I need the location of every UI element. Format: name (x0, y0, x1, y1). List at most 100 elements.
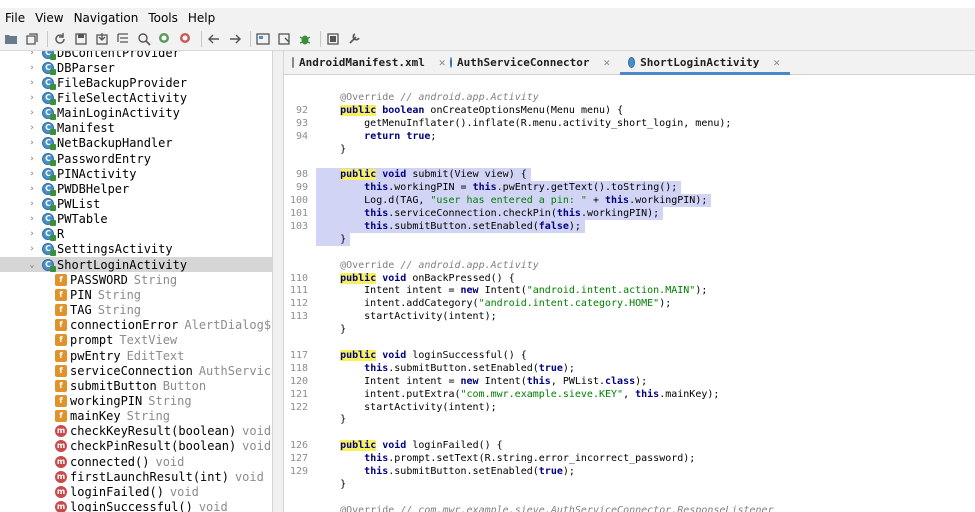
find-class-icon[interactable] (156, 30, 174, 48)
chevron-right-icon[interactable]: › (27, 169, 37, 179)
tab-androidmanifest[interactable]: AndroidManifest.xml ✕ (284, 51, 445, 74)
chevron-right-icon[interactable]: › (27, 51, 37, 58)
tree-field-item[interactable]: f prompt TextView (0, 333, 272, 348)
code-text: intent.putExtra("com.mwr.example.sieve.K… (316, 388, 720, 400)
tree-method-item[interactable]: m firstLaunchResult(int) void (0, 469, 272, 484)
tree-item-type: void (169, 484, 199, 499)
chevron-down-icon[interactable]: ⌄ (27, 260, 37, 270)
chevron-right-icon[interactable]: › (27, 244, 37, 254)
tree-field-item[interactable]: fconnectionError AlertDialog$Bu (0, 318, 272, 333)
save-icon[interactable] (72, 30, 90, 48)
back-icon[interactable] (205, 30, 223, 48)
close-icon[interactable]: ✕ (773, 56, 780, 69)
tree-method-item[interactable]: m checkPinResult(boolean) void (0, 439, 272, 454)
tree-field-item[interactable]: f PIN String (0, 287, 272, 302)
tree-item-label: firstLaunchResult(int) void (70, 470, 264, 484)
bug-icon[interactable] (296, 30, 314, 48)
tree-class-item[interactable]: › C R (0, 227, 272, 242)
chevron-right-icon[interactable]: › (27, 154, 37, 164)
tree-icon[interactable] (114, 30, 132, 48)
search-icon[interactable] (135, 30, 153, 48)
chevron-right-icon[interactable]: › (27, 184, 37, 194)
tree-field-item[interactable]: f workingPIN String (0, 393, 272, 408)
menu-view[interactable]: View (30, 8, 68, 28)
tree-method-item[interactable]: m loginFailed() void (0, 484, 272, 499)
tree-field-item[interactable]: f submitButton Button (0, 378, 272, 393)
tree-item-name: checkPinResult(boolean) (70, 439, 237, 454)
tree-method-item[interactable]: m loginSuccessful() void (0, 500, 272, 512)
tree-class-item[interactable]: › C MainLoginActivity (0, 106, 272, 121)
export-icon[interactable] (93, 30, 111, 48)
tree-class-item[interactable]: › C PasswordEntry (0, 151, 272, 166)
field-icon: f (55, 410, 67, 423)
chevron-right-icon[interactable]: › (27, 199, 37, 209)
open-folder-icon[interactable] (2, 30, 20, 48)
tree-class-item[interactable]: ⌄ C ShortLoginActivity (0, 257, 272, 273)
tree-item-type: void (234, 469, 264, 484)
refresh-icon[interactable] (51, 30, 69, 48)
save-all-icon[interactable] (23, 30, 41, 48)
code-editor[interactable]: @Override // android.app.Activity 92 publ… (284, 75, 975, 512)
log-icon[interactable] (324, 30, 342, 48)
tree-field-item[interactable]: fserviceConnection AuthServiceC (0, 363, 272, 378)
code-text: public void loginSuccessful() { (340, 349, 527, 361)
tree-field-item[interactable]: f PASSWORD String (0, 272, 272, 287)
field-icon: f (55, 288, 67, 301)
code-line: @Override // android.app.Activity (284, 259, 975, 272)
tab-authserviceconnector[interactable]: AuthServiceConnector ✕ (442, 51, 620, 74)
menu-help[interactable]: Help (183, 8, 220, 28)
chevron-right-icon[interactable]: › (27, 214, 37, 224)
tree-item-label: DBContentProvider (57, 51, 180, 60)
tree-item-name: workingPIN (70, 393, 143, 408)
tree-field-item[interactable]: f pwEntry EditText (0, 348, 272, 363)
tree-class-item[interactable]: › C NetBackupHandler (0, 136, 272, 151)
code-line: } (284, 232, 975, 246)
tree-class-item[interactable]: › C PWTable (0, 212, 272, 227)
tree-class-item[interactable]: › C PWList (0, 197, 272, 212)
close-icon[interactable]: ✕ (603, 56, 610, 69)
tree-item-type: String (97, 287, 142, 302)
code-text: this.serviceConnection.checkPin(this.wor… (316, 207, 664, 220)
tree-class-item[interactable]: › C FileSelectActivity (0, 90, 272, 105)
tree-class-item[interactable]: › C PWDBHelper (0, 181, 272, 196)
menu-bar: File View Navigation Tools Help (0, 8, 975, 28)
tree-class-item[interactable]: › C DBContentProvider (0, 51, 272, 60)
menu-tools[interactable]: Tools (143, 8, 183, 28)
decompile-icon[interactable] (254, 30, 272, 48)
menu-navigation[interactable]: Navigation (69, 8, 144, 28)
tree-class-item[interactable]: › C Manifest (0, 121, 272, 136)
toolbar-separator (250, 31, 251, 47)
bookmark-icon[interactable] (275, 30, 293, 48)
menu-file[interactable]: File (0, 8, 30, 28)
chevron-right-icon[interactable]: › (27, 123, 37, 133)
tab-shortloginactivity[interactable]: ShortLoginActivity ✕ (620, 51, 790, 75)
code-text: startActivity(intent); (316, 311, 497, 323)
tree-item-label: serviceConnection AuthServiceC (70, 364, 272, 378)
tree-class-item[interactable]: › C FileBackupProvider (0, 75, 272, 90)
tree-class-item[interactable]: › C DBParser (0, 60, 272, 75)
tree-method-item[interactable]: m checkKeyResult(boolean) void (0, 424, 272, 439)
method-icon: m (55, 455, 67, 468)
tree-field-item[interactable]: f TAG String (0, 303, 272, 318)
forward-icon[interactable] (226, 30, 244, 48)
tree-class-item[interactable]: › C PINActivity (0, 166, 272, 181)
chevron-right-icon[interactable]: › (27, 78, 37, 88)
chevron-right-icon[interactable]: › (27, 138, 37, 148)
class-icon: C (42, 152, 56, 166)
tree-item-label: FileSelectActivity (57, 91, 187, 105)
find-usage-icon[interactable] (177, 30, 195, 48)
chevron-right-icon[interactable]: › (27, 108, 37, 118)
chevron-right-icon[interactable]: › (27, 93, 37, 103)
chevron-right-icon[interactable]: › (27, 229, 37, 239)
preferences-icon[interactable] (345, 30, 363, 48)
tree-field-item[interactable]: f mainKey String (0, 409, 272, 424)
chevron-right-icon[interactable]: › (27, 63, 37, 73)
tree-class-item[interactable]: › C SettingsActivity (0, 242, 272, 257)
class-icon: C (42, 61, 56, 75)
code-line: 120 Intent intent = new Intent(this, PWL… (284, 375, 975, 388)
tree-item-type: Button (162, 378, 207, 393)
panel-splitter[interactable] (272, 51, 284, 512)
tree-method-item[interactable]: m connected() void (0, 454, 272, 469)
